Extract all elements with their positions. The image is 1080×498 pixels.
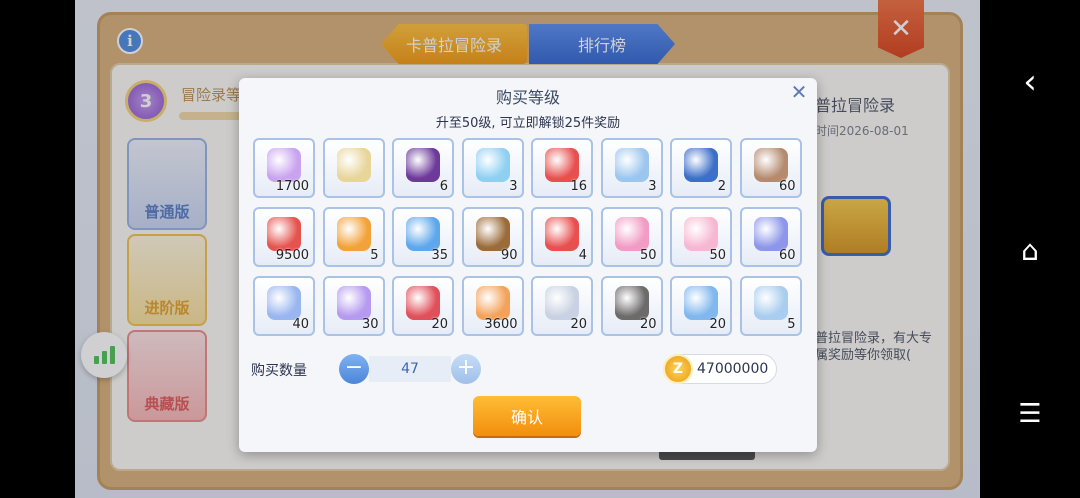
reward-item[interactable]: 3	[600, 138, 663, 198]
reward-item[interactable]: 20	[392, 276, 454, 336]
rainbow-crystal-icon	[267, 286, 301, 320]
reward-item[interactable]: 4	[531, 207, 593, 267]
reward-item[interactable]: 50	[670, 207, 732, 267]
dialog-subtitle: 升至50级, 可立即解锁25件奖励	[435, 116, 621, 131]
pink-crystal-icon	[614, 217, 649, 251]
reward-count: 60	[778, 179, 796, 194]
potion-icon	[336, 286, 371, 320]
reward-item[interactable]: 1700	[253, 138, 315, 198]
reward-count: 60	[778, 248, 796, 263]
quantity-plus-button[interactable]: +	[451, 354, 481, 384]
reward-count: 9500	[275, 248, 309, 263]
gift-box-icon	[545, 217, 579, 251]
reward-count: 50	[639, 248, 657, 263]
dialog-title: 购买等级	[495, 88, 560, 107]
reward-item[interactable]: 50	[600, 207, 663, 267]
back-icon[interactable]: ‹	[980, 52, 1080, 112]
reward-count: 20	[431, 317, 448, 332]
reward-count: 35	[431, 248, 448, 263]
reward-count: 50	[709, 248, 726, 263]
reward-item[interactable]: 2	[670, 138, 732, 198]
reward-count: 3	[648, 179, 657, 194]
treasure-chest-icon	[475, 217, 510, 251]
reward-item[interactable]: 60	[739, 207, 802, 267]
cat-coin-icon	[753, 148, 788, 182]
egg-icon	[406, 148, 440, 182]
reward-count: 2	[717, 179, 726, 194]
confirm-button[interactable]: 确认	[473, 396, 581, 436]
game-screen: i 卡普拉冒险录 排行榜 ✕ 3 冒险录等 普通版 进阶版 典藏版 普拉冒险录 …	[75, 0, 980, 498]
card-icon	[267, 148, 301, 182]
shell-icon	[475, 286, 510, 320]
menu-icon[interactable]: ☰	[980, 384, 1080, 444]
blue-tile-icon	[753, 286, 788, 320]
reward-item[interactable]: 9500	[253, 207, 315, 267]
ticket-card-icon	[336, 217, 371, 251]
blue-chest-icon	[684, 148, 718, 182]
reward-count: 1700	[275, 179, 309, 194]
dark-stone-icon	[614, 286, 649, 320]
reward-item[interactable]: 5	[322, 207, 385, 267]
reward-item[interactable]: 16	[531, 138, 593, 198]
silver-ore-icon	[545, 286, 579, 320]
zeny-coin-icon: Z	[663, 354, 693, 384]
reward-count: 3600	[484, 317, 518, 332]
reward-item[interactable]: 30	[322, 276, 385, 336]
pink-orb-icon	[267, 217, 301, 251]
reward-count: 4	[578, 248, 587, 263]
reward-item[interactable]	[322, 138, 385, 198]
reward-count: 5	[370, 248, 379, 263]
reward-count: 20	[709, 317, 726, 332]
reward-count: 30	[361, 317, 379, 332]
pink-dust-icon	[684, 217, 718, 251]
buy-level-dialog: 购买等级 ✕ 升至50级, 可立即解锁25件奖励 1700 6 3 16 3 2 60 950…	[239, 78, 817, 452]
reward-item[interactable]: 60	[739, 138, 802, 198]
gift-box-icon	[545, 148, 579, 182]
reward-item[interactable]: 35	[392, 207, 454, 267]
ice-shard-icon	[684, 286, 718, 320]
reward-count: 40	[292, 317, 309, 332]
red-coupon-icon	[406, 286, 440, 320]
cost-value: 47000000	[697, 361, 769, 377]
reward-item[interactable]: 40	[253, 276, 315, 336]
reward-count: 16	[570, 179, 587, 194]
quantity-minus-button[interactable]: −	[339, 354, 369, 384]
reward-item[interactable]: 20	[670, 276, 732, 336]
reward-item[interactable]: 20	[600, 276, 663, 336]
home-icon[interactable]: ⌂	[980, 220, 1080, 280]
android-nav-bar: ‹ ⌂ ☰	[980, 0, 1080, 498]
reward-item[interactable]: 5	[739, 276, 802, 336]
reward-item[interactable]: 6	[392, 138, 454, 198]
blue-gem-icon	[753, 217, 788, 251]
ice-bed-icon	[614, 148, 649, 182]
reward-item[interactable]: 3	[461, 138, 524, 198]
reward-count: 90	[500, 248, 518, 263]
reward-count: 6	[439, 179, 448, 194]
crystal-icon	[475, 148, 510, 182]
reward-item[interactable]: 20	[531, 276, 593, 336]
dialog-close-icon[interactable]: ✕	[789, 82, 809, 102]
quantity-label: 购买数量	[251, 363, 307, 379]
reward-item[interactable]: 3600	[461, 276, 524, 336]
reward-count: 3	[509, 179, 518, 194]
horn-icon	[336, 148, 371, 182]
reward-count: 20	[570, 317, 587, 332]
reward-item[interactable]: 90	[461, 207, 524, 267]
reward-count: 20	[639, 317, 657, 332]
blue-ticket-icon	[406, 217, 440, 251]
reward-count: 5	[787, 317, 796, 332]
quantity-value[interactable]: 47	[369, 356, 451, 382]
